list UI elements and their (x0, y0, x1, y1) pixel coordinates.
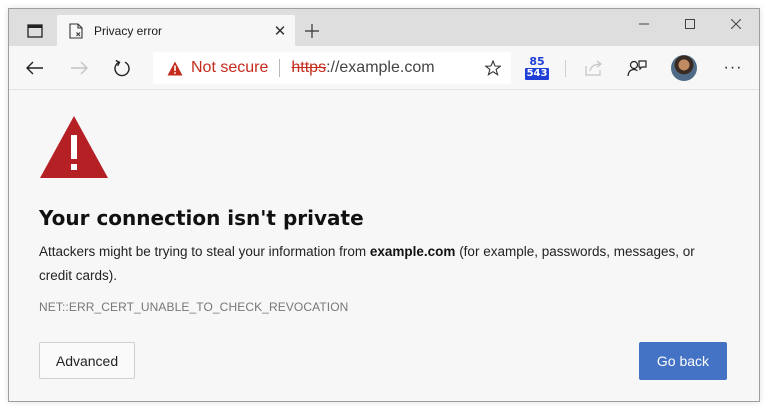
tab-actions-button[interactable] (15, 17, 55, 45)
toolbar: Not secure https://example.com 85 543 ··… (9, 46, 759, 90)
profile-avatar[interactable] (671, 55, 697, 81)
close-icon (731, 19, 741, 29)
maximize-button[interactable] (667, 9, 713, 39)
new-tab-button[interactable] (301, 20, 323, 42)
close-window-button[interactable] (713, 9, 759, 39)
extension-badge-bottom: 543 (524, 68, 550, 80)
page-title: Your connection isn't private (39, 206, 364, 230)
url-scheme: https (291, 59, 327, 76)
advanced-button[interactable]: Advanced (39, 342, 135, 379)
back-arrow-icon (26, 61, 43, 75)
share-button[interactable] (578, 53, 610, 83)
desc-text-before: Attackers might be trying to steal your … (39, 244, 370, 259)
warning-triangle-icon (40, 116, 108, 178)
address-separator (279, 59, 281, 77)
read-aloud-button[interactable] (621, 53, 653, 83)
share-icon (585, 60, 602, 76)
refresh-button[interactable] (106, 53, 138, 83)
star-icon (485, 60, 501, 76)
address-bar[interactable]: Not secure https://example.com (153, 52, 511, 84)
back-button[interactable] (19, 53, 51, 83)
tab-close-icon[interactable]: ✕ (269, 20, 291, 42)
error-code[interactable]: NET::ERR_CERT_UNABLE_TO_CHECK_REVOCATION (39, 300, 348, 314)
error-page: Your connection isn't private Attackers … (9, 91, 759, 401)
not-secure-warning-icon[interactable] (167, 60, 183, 76)
error-description: Attackers might be trying to steal your … (39, 240, 729, 288)
plus-icon (305, 24, 319, 38)
desc-domain: example.com (369, 244, 456, 259)
extension-badge-button[interactable]: 85 543 (524, 55, 550, 81)
title-bar: Privacy error ✕ (9, 9, 759, 46)
favorite-star-button[interactable] (479, 54, 507, 82)
minimize-icon (639, 23, 649, 25)
tab-privacy-error[interactable]: Privacy error ✕ (57, 15, 295, 46)
settings-more-button[interactable]: ··· (717, 53, 749, 83)
read-aloud-icon (627, 60, 647, 77)
tab-title: Privacy error (94, 23, 163, 38)
more-icon: ··· (723, 59, 743, 76)
url-host: ://example.com (326, 59, 435, 76)
maximize-icon (685, 19, 695, 29)
browser-window: Privacy error ✕ Not secure https://examp… (8, 8, 760, 402)
forward-button[interactable] (63, 53, 95, 83)
tab-actions-icon (27, 24, 43, 38)
page-error-icon (67, 22, 85, 40)
extension-badge-top: 85 (529, 55, 545, 68)
refresh-icon (114, 59, 130, 77)
not-secure-label[interactable]: Not secure (191, 59, 268, 77)
forward-arrow-icon (71, 61, 88, 75)
url-text[interactable]: https://example.com (291, 59, 434, 77)
minimize-button[interactable] (621, 9, 667, 39)
window-controls (621, 9, 759, 39)
toolbar-divider (565, 60, 566, 77)
go-back-button[interactable]: Go back (639, 342, 727, 380)
